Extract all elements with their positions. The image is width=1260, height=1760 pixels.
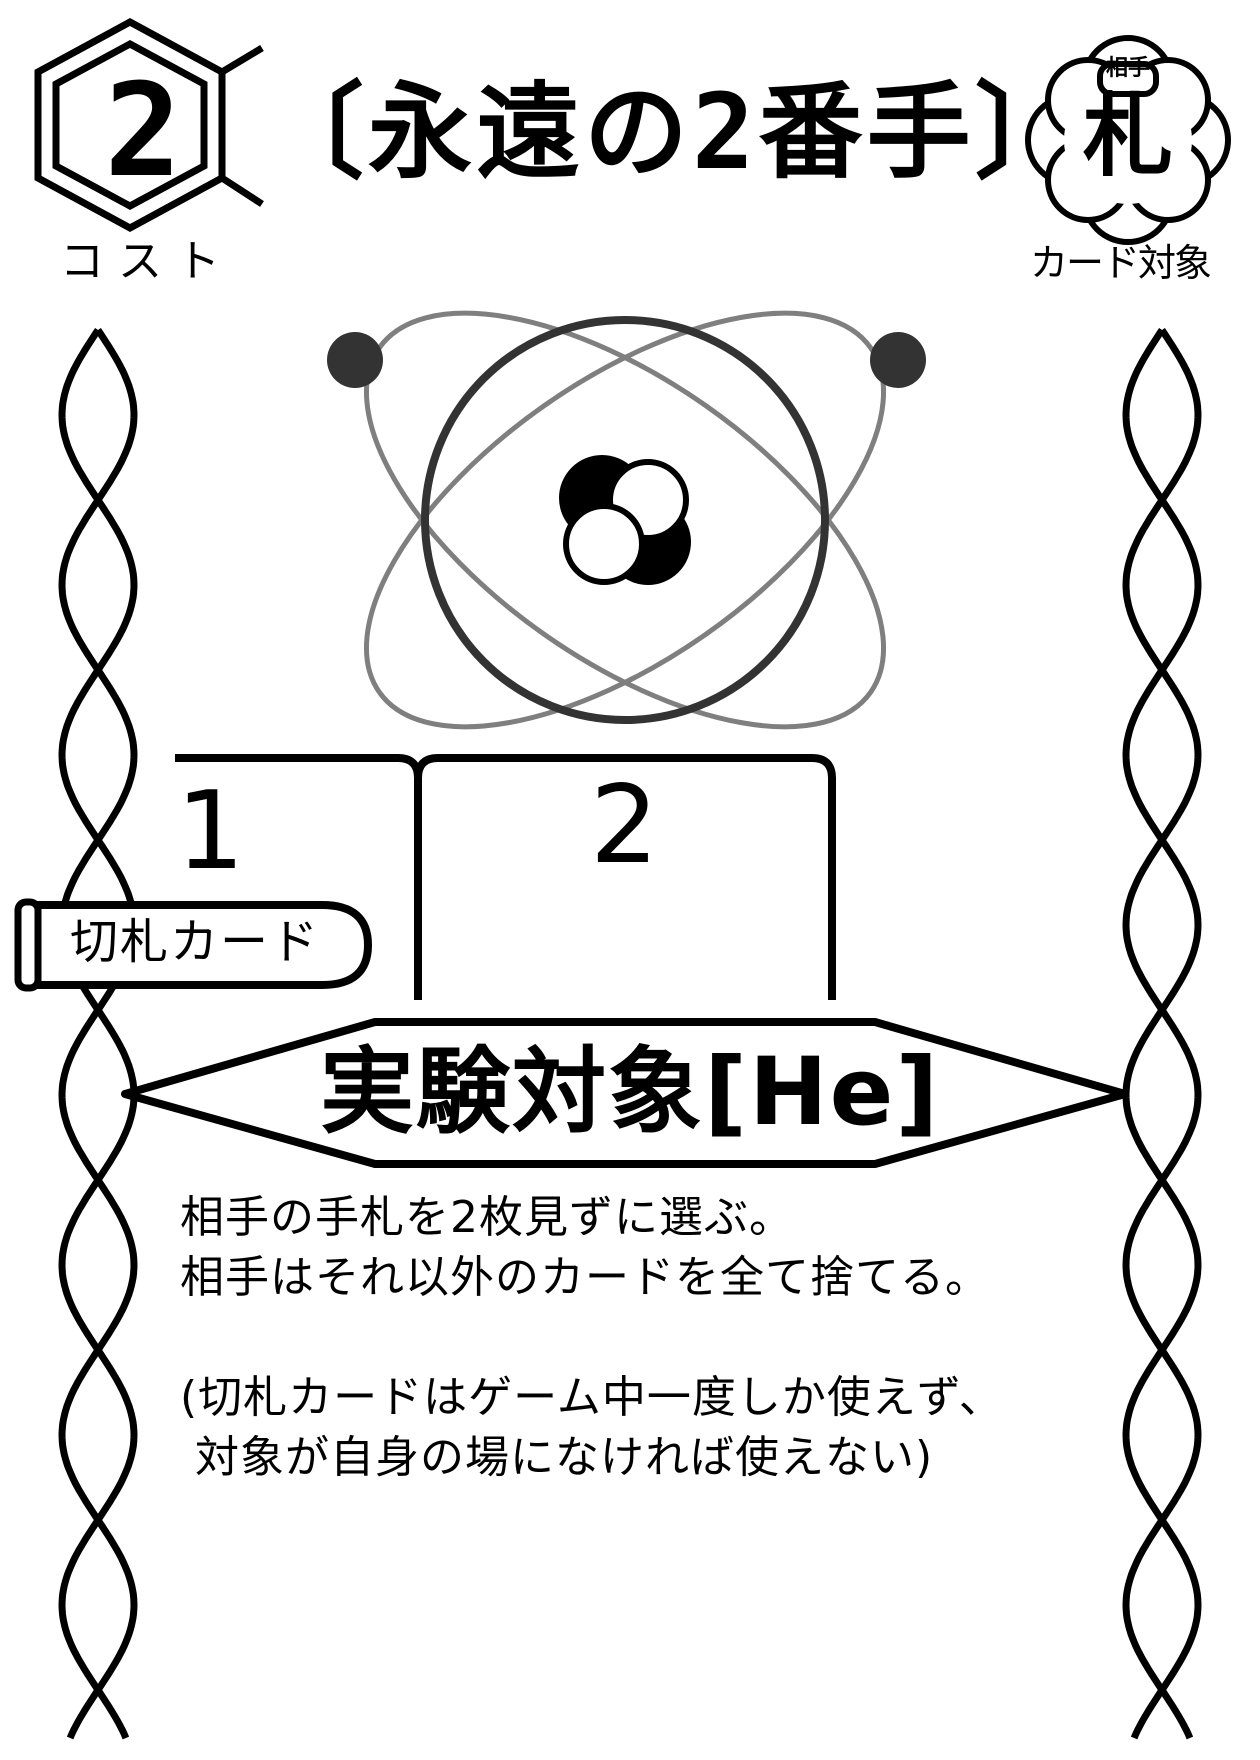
game-card[interactable]: 2 コスト 〔永遠の2番手〕 相手 札 カード対象 1 2 切札カード 実験対象… <box>0 0 1260 1760</box>
name-banner-frame <box>121 1018 1129 1168</box>
effect-line-1: 相手の手札を2枚見ずに選ぶ。 <box>180 1192 794 1243</box>
banner-title: 実験対象[He] <box>320 1038 941 1147</box>
effect-line-5: 対象が自身の場になければ使えない) <box>180 1432 934 1483</box>
effect-line-2: 相手はそれ以外のカードを全て捨てる。 <box>180 1252 990 1303</box>
effect-line-4: (切札カードはゲーム中一度しか使えず、 <box>180 1372 1004 1423</box>
